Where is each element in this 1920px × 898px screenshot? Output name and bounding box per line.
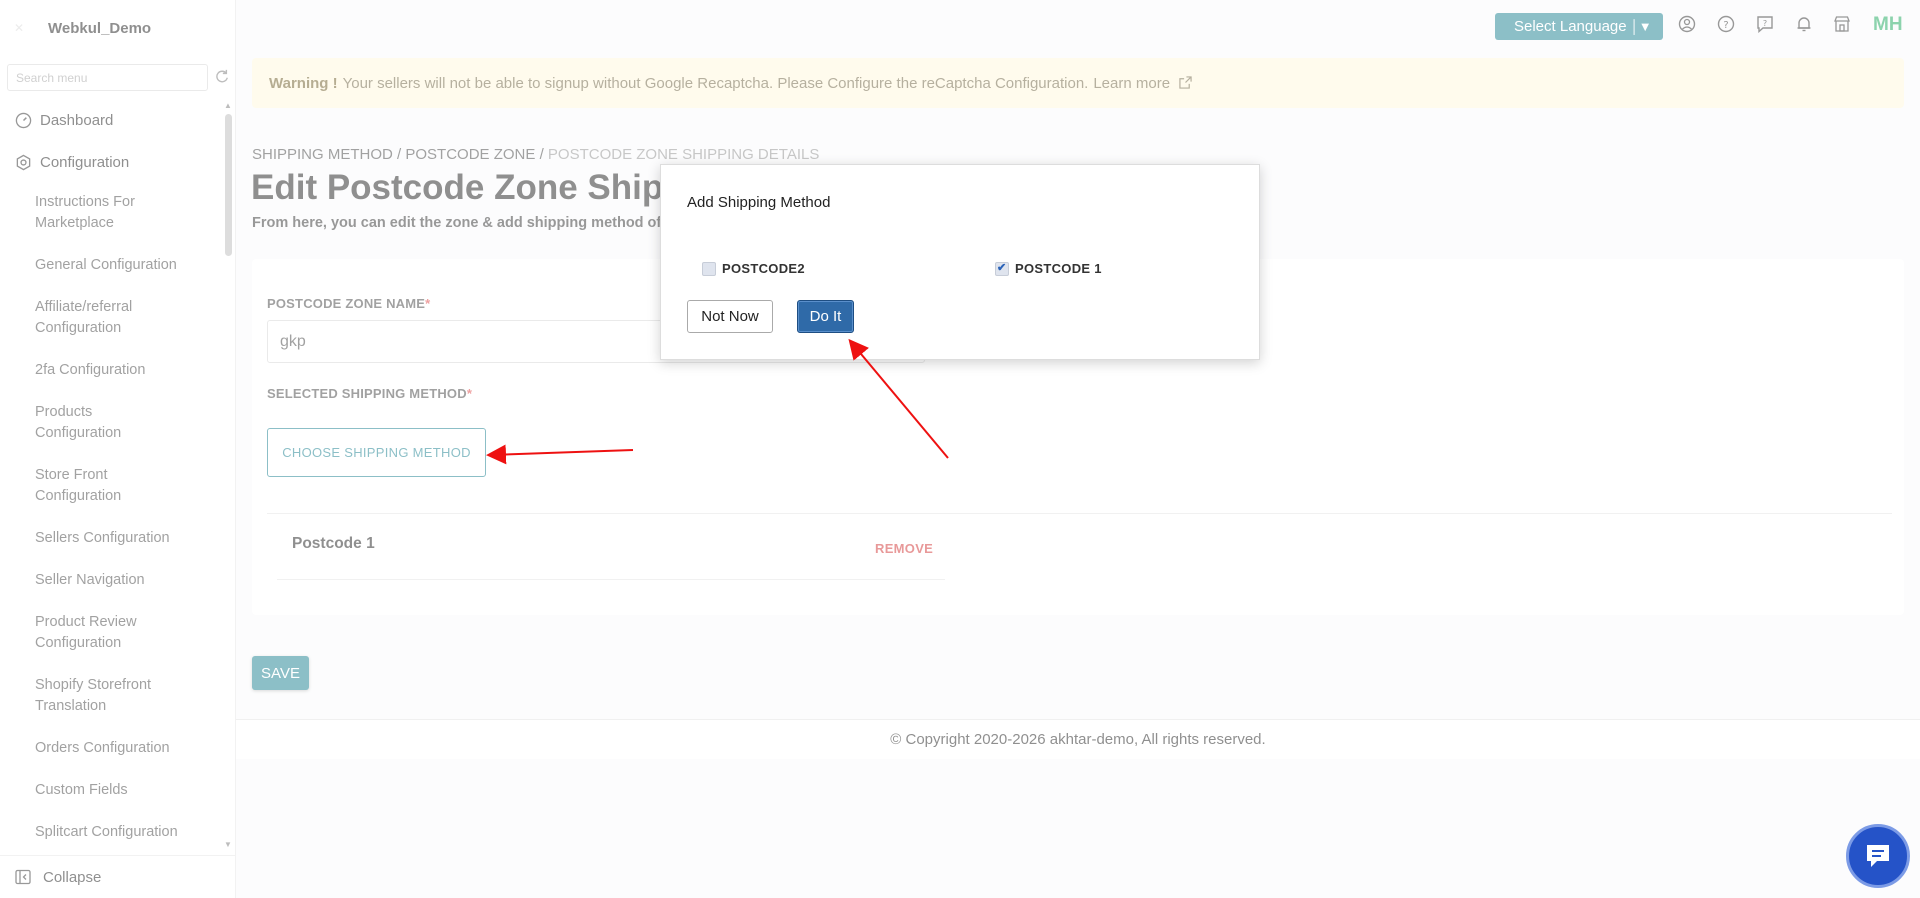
modal-backdrop[interactable]: [0, 0, 1920, 898]
add-shipping-method-modal: Add Shipping Method POSTCODE2 POSTCODE 1…: [660, 164, 1260, 360]
chat-button[interactable]: [1846, 824, 1910, 888]
option-label: POSTCODE 1: [1015, 261, 1102, 276]
option-postcode2[interactable]: POSTCODE2: [702, 261, 805, 276]
chat-icon: [1867, 845, 1889, 867]
do-it-button[interactable]: Do It: [797, 300, 854, 333]
not-now-button[interactable]: Not Now: [687, 300, 773, 333]
postcode1-checkbox[interactable]: [995, 261, 1009, 276]
postcode2-checkbox[interactable]: [702, 261, 716, 276]
modal-title: Add Shipping Method: [687, 194, 831, 211]
option-postcode1[interactable]: POSTCODE 1: [995, 261, 1102, 276]
option-label: POSTCODE2: [722, 261, 805, 276]
